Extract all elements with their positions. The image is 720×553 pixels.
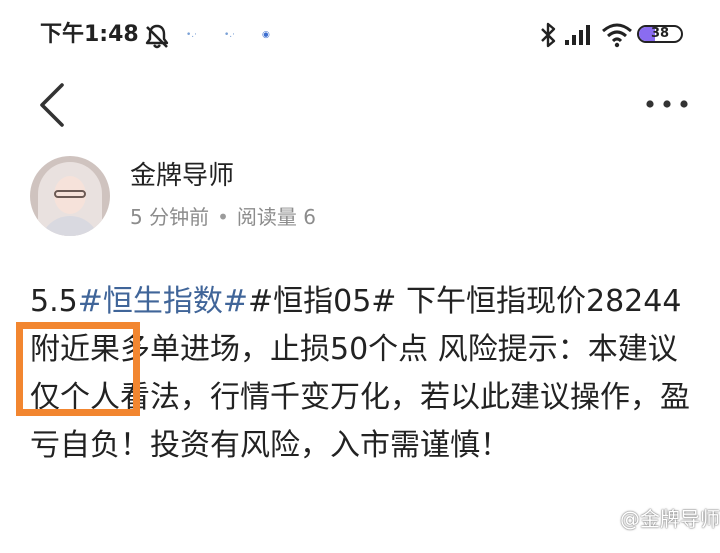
post-prefix: 5.5 bbox=[30, 284, 78, 319]
notification-dot-icon: ◉ bbox=[262, 30, 270, 40]
battery-level: 38 bbox=[650, 26, 670, 41]
wifi-icon bbox=[602, 23, 632, 48]
back-button[interactable] bbox=[36, 82, 68, 128]
hashtag-link[interactable]: #恒生指数# bbox=[78, 284, 248, 319]
author-avatar[interactable] bbox=[30, 156, 110, 236]
read-count: 阅读量 6 bbox=[236, 205, 316, 229]
watermark-text: @金牌导师 bbox=[620, 507, 720, 531]
mute-icon bbox=[145, 24, 169, 49]
meta-separator: • bbox=[217, 205, 229, 229]
highlight-box bbox=[16, 322, 140, 416]
more-horizontal-icon bbox=[646, 100, 688, 108]
notification-dot-icon: •.· bbox=[186, 30, 198, 40]
more-button[interactable] bbox=[644, 92, 690, 116]
signal-icon bbox=[565, 25, 590, 45]
bluetooth-icon bbox=[541, 22, 556, 48]
watermark: @金牌导师 bbox=[592, 504, 720, 534]
chevron-left-icon bbox=[40, 83, 64, 127]
author-name[interactable]: 金牌导师 bbox=[130, 160, 234, 192]
weibo-logo-icon bbox=[593, 512, 615, 530]
status-time: 下午1:48 bbox=[40, 22, 139, 47]
status-bar: 下午1:48 •.· •.· ◉ 38 bbox=[0, 0, 720, 70]
post-meta: 5 分钟前 • 阅读量 6 bbox=[130, 204, 316, 230]
post-time: 5 分钟前 bbox=[130, 205, 210, 229]
battery-icon: 38 bbox=[637, 25, 683, 43]
notification-dot-icon: •.· bbox=[224, 30, 236, 40]
